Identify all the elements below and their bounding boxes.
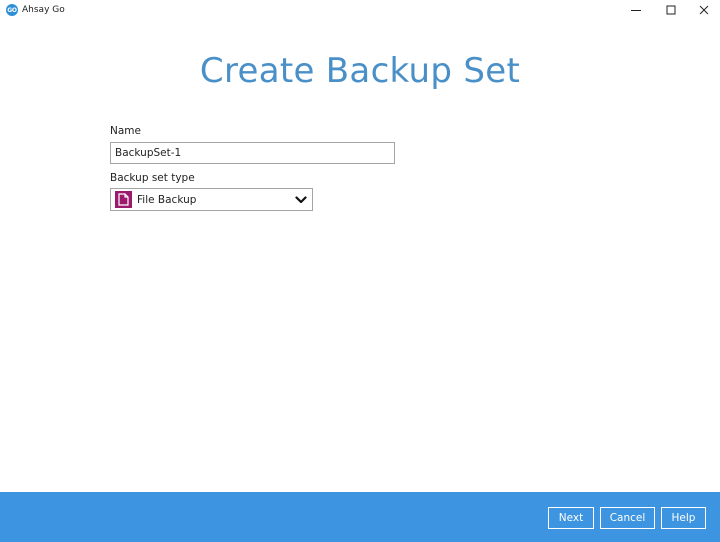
maximize-button[interactable] xyxy=(655,0,687,20)
backup-set-type-select[interactable]: File Backup xyxy=(110,188,313,211)
selected-type-value: File Backup xyxy=(137,193,197,206)
close-button[interactable] xyxy=(688,0,720,20)
footer-bar: Next Cancel Help xyxy=(0,492,720,542)
close-icon xyxy=(699,5,709,15)
window-title: Ahsay Go xyxy=(22,5,65,15)
ahsay-go-logo-icon: GO xyxy=(6,4,18,16)
backup-set-type-label: Backup set type xyxy=(110,172,195,184)
title-bar: GO Ahsay Go xyxy=(0,0,720,22)
help-button[interactable]: Help xyxy=(661,507,706,529)
maximize-icon xyxy=(666,5,676,15)
file-icon xyxy=(115,191,132,208)
name-label: Name xyxy=(110,125,141,137)
minimize-icon xyxy=(631,10,641,11)
minimize-button[interactable] xyxy=(620,0,652,20)
name-input[interactable] xyxy=(110,142,395,164)
next-button[interactable]: Next xyxy=(548,507,594,529)
page-title: Create Backup Set xyxy=(199,51,521,91)
cancel-button[interactable]: Cancel xyxy=(600,507,655,529)
chevron-down-icon xyxy=(294,193,308,207)
app-window: GO Ahsay Go Create Backup Set Name Backu… xyxy=(0,0,720,542)
